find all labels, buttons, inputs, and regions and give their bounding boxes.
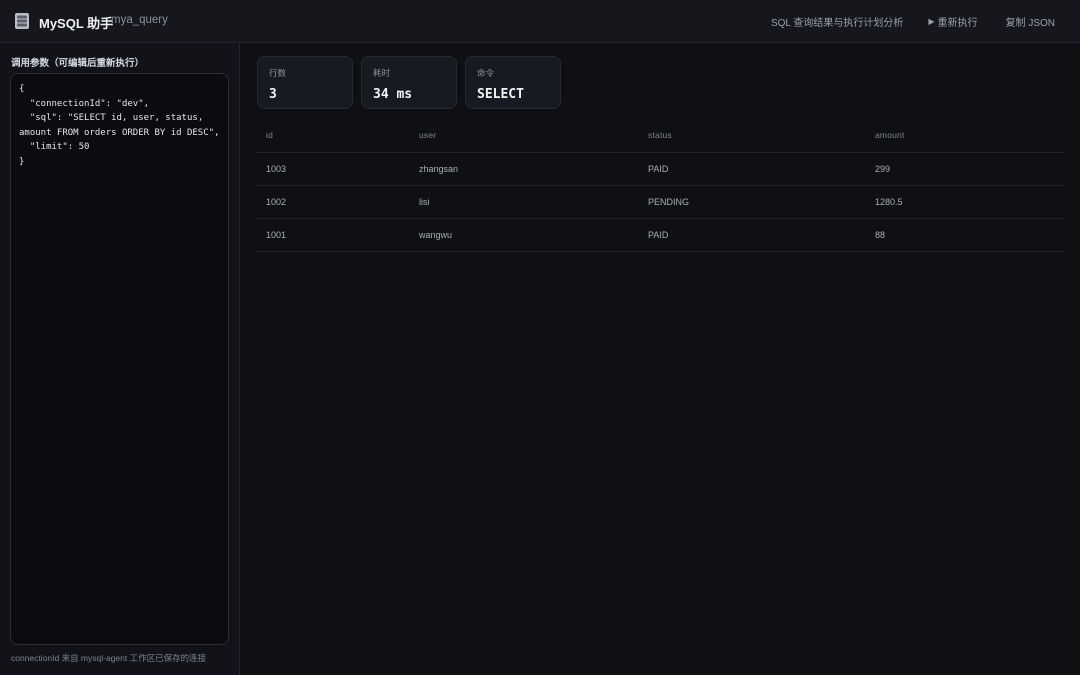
column-header-amount[interactable]: amount <box>865 119 1064 153</box>
params-panel: 调用参数（可编辑后重新执行） { "connectionId": "dev", … <box>0 43 240 675</box>
cell-id: 1003 <box>256 152 409 186</box>
command-stat-label: 命令 <box>477 68 495 78</box>
time-stat-label: 耗时 <box>373 68 391 78</box>
play-icon: ▶ <box>928 17 935 26</box>
header-actions: SQL 查询结果与执行计划分析 ▶ 重新执行 复制 JSON <box>771 0 1080 43</box>
results-panel: 行数 3 耗时 34 ms 命令 SELECT id user status a… <box>241 43 1080 675</box>
rows-stat-card: 行数 3 <box>257 56 353 109</box>
cell-id: 1001 <box>256 218 409 252</box>
time-stat-value: 34 ms <box>373 87 413 102</box>
command-stat-value: SELECT <box>477 87 524 102</box>
time-stat-card: 耗时 34 ms <box>361 56 457 109</box>
table-row[interactable]: 1003 zhangsan PAID 299 <box>256 152 1064 186</box>
copy-json-button[interactable]: 复制 JSON <box>1000 10 1061 33</box>
column-header-status[interactable]: status <box>638 119 865 153</box>
table-header-row: id user status amount <box>256 119 1064 153</box>
top-bar: MySQL 助手 mya_query SQL 查询结果与执行计划分析 ▶ 重新执… <box>0 0 1080 43</box>
column-header-user[interactable]: user <box>409 119 638 153</box>
app-title: MySQL 助手 <box>39 16 114 31</box>
rerun-button[interactable]: ▶ 重新执行 <box>922 10 983 33</box>
results-table: id user status amount 1003 zhangsan PAID… <box>256 119 1064 252</box>
table-row[interactable]: 1002 lisi PENDING 1280.5 <box>256 185 1064 219</box>
command-stat-card: 命令 SELECT <box>465 56 561 109</box>
params-label: 调用参数（可编辑后重新执行） <box>11 58 145 69</box>
cell-status: PENDING <box>638 185 865 219</box>
rows-stat-value: 3 <box>269 87 277 102</box>
cell-status: PAID <box>638 152 865 186</box>
cell-amount: 1280.5 <box>865 185 1064 219</box>
cell-status: PAID <box>638 218 865 252</box>
cell-user: zhangsan <box>409 152 638 186</box>
stats-row: 行数 3 耗时 34 ms 命令 SELECT <box>257 56 561 109</box>
table-row[interactable]: 1001 wangwu PAID 88 <box>256 218 1064 252</box>
params-editor[interactable]: { "connectionId": "dev", "sql": "SELECT … <box>10 73 229 645</box>
header-description: SQL 查询结果与执行计划分析 <box>770 18 904 29</box>
params-note: connectionId 来自 mysql-agent 工作区已保存的连接 <box>11 653 207 663</box>
cell-amount: 299 <box>865 152 1064 186</box>
rows-stat-label: 行数 <box>269 68 287 78</box>
column-header-id[interactable]: id <box>256 119 409 153</box>
cell-user: wangwu <box>409 218 638 252</box>
cell-user: lisi <box>409 185 638 219</box>
cell-id: 1002 <box>256 185 409 219</box>
database-icon <box>15 13 29 29</box>
cell-amount: 88 <box>865 218 1064 252</box>
rerun-label: 重新执行 <box>937 18 978 29</box>
tool-name: mya_query <box>111 14 168 26</box>
